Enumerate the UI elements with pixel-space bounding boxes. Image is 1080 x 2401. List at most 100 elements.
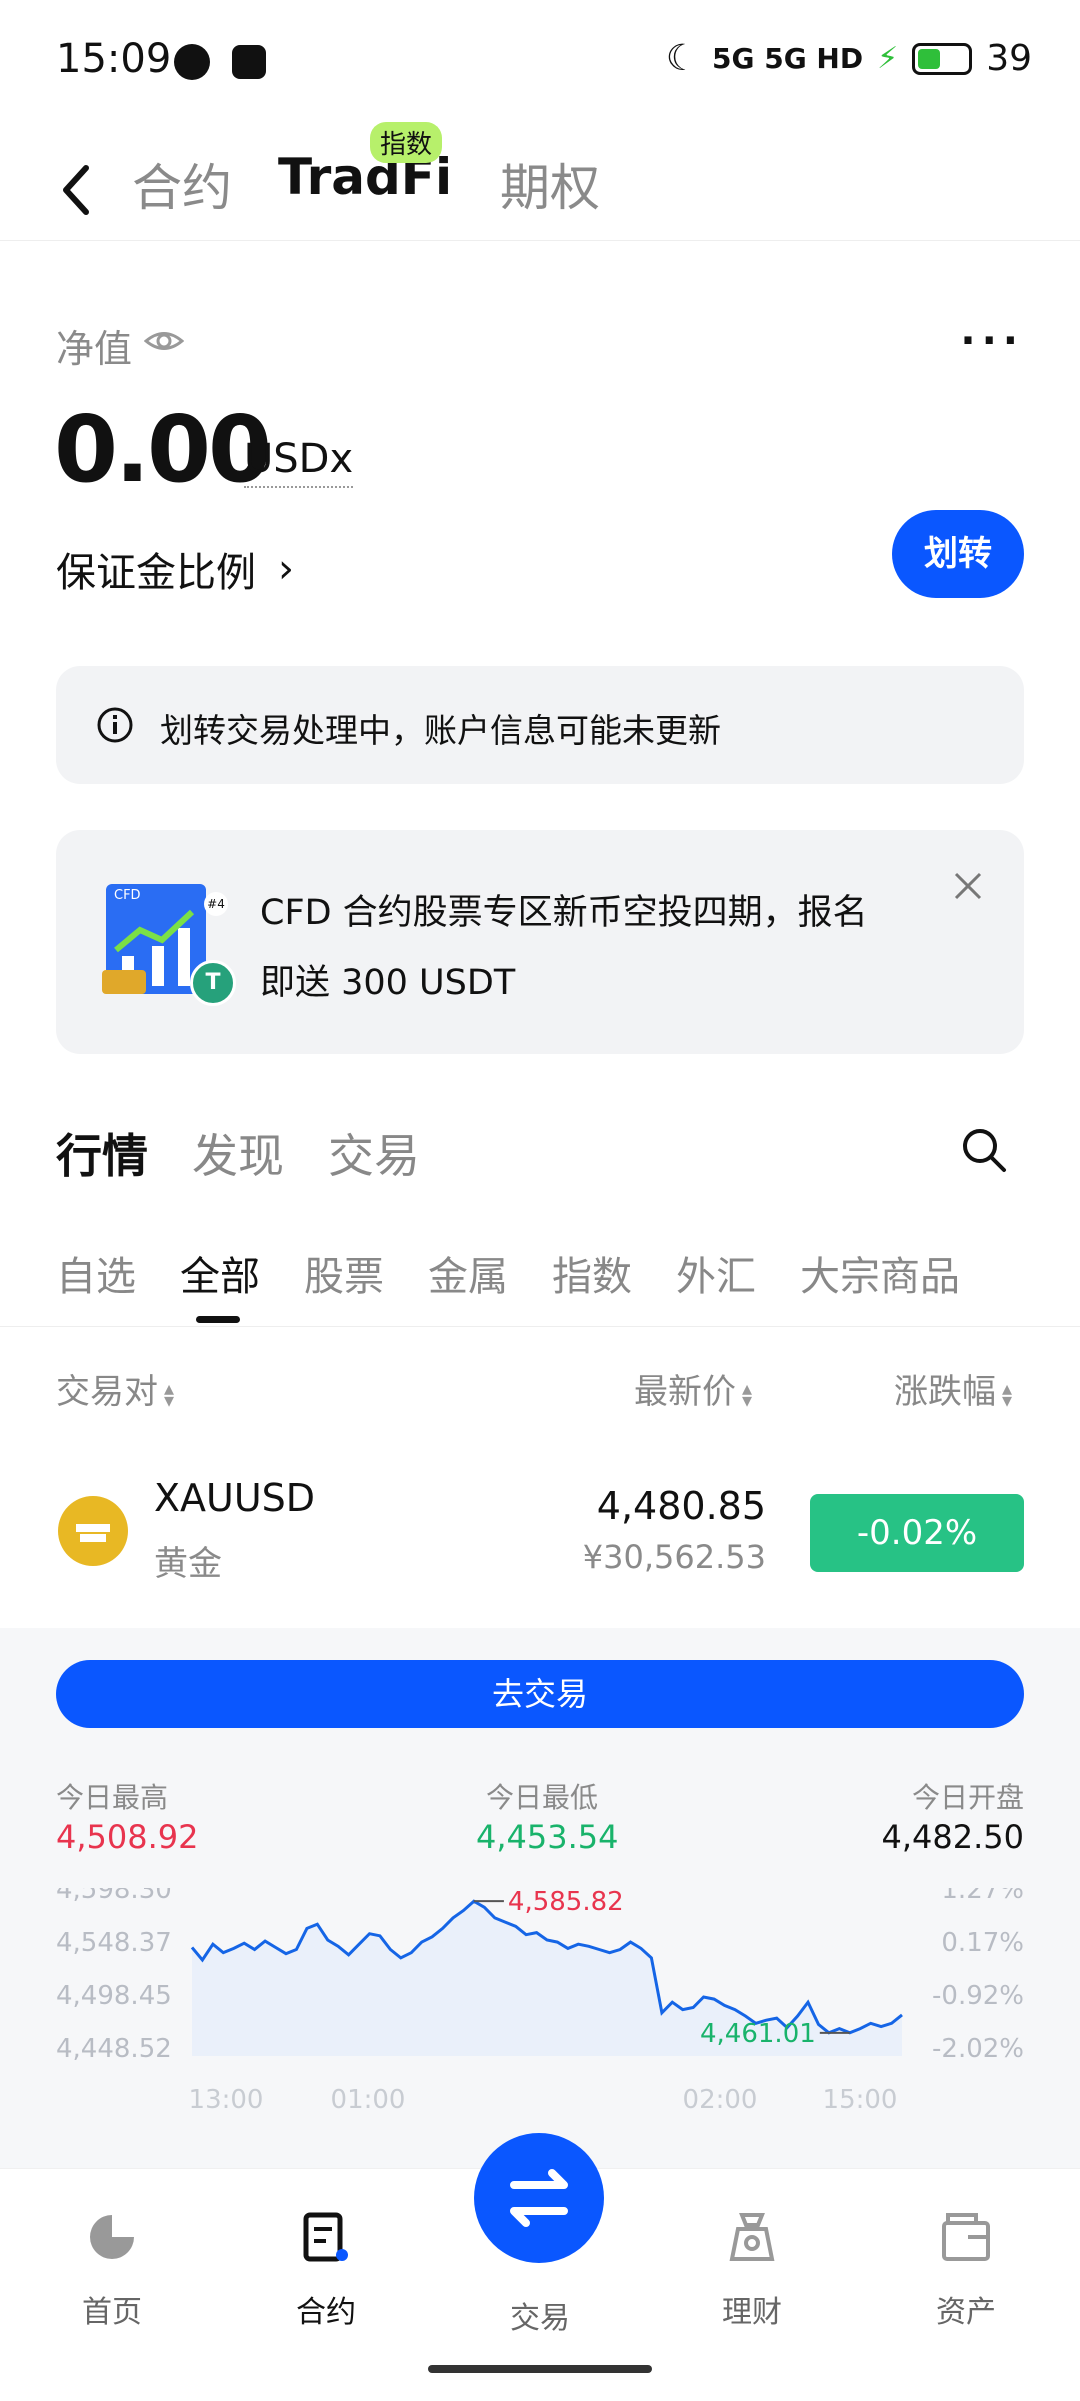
y-axis-left-tick: 4,448.52	[56, 2034, 172, 2064]
more-icon[interactable]: ···	[960, 318, 1024, 364]
network-indicator: 5G 5G HD	[712, 42, 864, 75]
filter-stocks[interactable]: 股票	[304, 1244, 384, 1302]
day-open-label: 今日开盘	[911, 1781, 1024, 1814]
bottom-navigation: 首页 合约 交易 理财 资产	[0, 2133, 1080, 2401]
tether-icon: T	[190, 960, 236, 1006]
header-pair-label: 交易对	[56, 1372, 158, 1412]
expanded-panel: 去交易 今日最高 4,508.92 今日最低 4,453.54 今日开盘 4,4…	[0, 1628, 1080, 2168]
tab-options[interactable]: 期权	[500, 148, 600, 220]
promo-line-1: CFD 合约股票专区新币空投四期，报名	[260, 893, 868, 933]
tab-trade[interactable]: 交易	[328, 1120, 420, 1186]
tab-badge: 指数	[370, 122, 443, 163]
nav-home-label: 首页	[82, 2295, 142, 2330]
asset-symbol: XAUUSD	[154, 1476, 316, 1520]
y-axis-left-tick: 4,598.30	[56, 1888, 172, 1905]
nav-trade[interactable]	[474, 2133, 604, 2263]
promo-banner[interactable]: CFD T #4 CFD 合约股票专区新币空投四期，报名 即送 300 USDT	[56, 830, 1024, 1054]
price-chart: 4,598.30 4,548.37 4,498.45 4,448.52 1.27% 0.1…	[56, 1888, 1024, 2115]
contract-icon	[303, 2212, 348, 2262]
low-annotation: 4,461.01	[700, 2019, 816, 2049]
y-axis-left-tick: 4,498.45	[56, 1981, 172, 2011]
promo-number-badge: #4	[204, 892, 228, 916]
header-change-label: 涨跌幅	[894, 1372, 996, 1412]
go-trade-button[interactable]: 去交易	[56, 1660, 1024, 1728]
nav-home[interactable]: 首页	[42, 2209, 182, 2331]
margin-ratio-label: 保证金比例	[56, 550, 256, 596]
sort-price[interactable]: 最新价 ▴ ▾	[634, 1364, 752, 1413]
day-high-value: 4,508.92	[56, 1818, 199, 1856]
close-icon[interactable]	[952, 870, 984, 902]
wallet-icon	[942, 2213, 990, 2261]
change-badge: -0.02%	[810, 1494, 1024, 1572]
notification-icon	[174, 44, 210, 80]
active-tab-indicator	[196, 1316, 240, 1323]
asset-name: 黄金	[154, 1544, 222, 1584]
filter-watchlist[interactable]: 自选	[56, 1244, 136, 1302]
promo-line-2: 即送 300 USDT	[260, 963, 516, 1003]
nav-finance[interactable]: 理财	[682, 2209, 822, 2331]
high-annotation: 4,585.82	[508, 1888, 624, 1917]
back-icon[interactable]	[58, 160, 94, 220]
header-price-label: 最新价	[634, 1372, 736, 1412]
divider	[0, 1326, 1080, 1327]
info-icon	[97, 707, 133, 743]
battery-level: 39	[986, 38, 1032, 79]
tab-market[interactable]: 行情	[56, 1120, 148, 1186]
sort-icon: ▴ ▾	[1002, 1375, 1013, 1412]
day-low-value: 4,453.54	[476, 1818, 619, 1856]
app-notification-icon	[232, 45, 266, 79]
y-axis-right-tick: -0.92%	[932, 1981, 1024, 2011]
swap-icon	[510, 2169, 568, 2227]
sort-icon: ▴ ▾	[742, 1375, 753, 1412]
chevron-right-icon: ›	[278, 546, 294, 592]
tab-discover[interactable]: 发现	[192, 1120, 284, 1186]
y-axis-right-tick: 0.17%	[941, 1928, 1024, 1958]
gold-icon	[58, 1496, 128, 1566]
search-icon[interactable]	[960, 1126, 1008, 1174]
sort-pair[interactable]: 交易对 ▴ ▾	[56, 1364, 174, 1413]
transfer-button[interactable]: 划转	[892, 510, 1024, 598]
nav-assets[interactable]: 资产	[896, 2209, 1036, 2331]
x-axis-tick: 15:00	[823, 2085, 898, 2115]
y-axis-right-tick: 1.27%	[941, 1888, 1024, 1905]
status-right: ☾ 5G 5G HD ⚡ 39	[666, 38, 1032, 79]
eye-icon[interactable]	[144, 324, 184, 358]
x-axis-tick: 02:00	[683, 2085, 758, 2115]
x-axis-tick: 01:00	[331, 2085, 406, 2115]
nav-contracts[interactable]: 合约	[256, 2209, 396, 2331]
filter-tabs: 自选 全部 股票 金属 指数 外汇 大宗商品	[56, 1244, 1056, 1324]
margin-ratio-link[interactable]: 保证金比例 ›	[56, 540, 294, 598]
asset-price: 4,480.85	[596, 1484, 766, 1528]
filter-metals[interactable]: 金属	[428, 1244, 508, 1302]
finance-icon	[729, 2213, 775, 2261]
charging-icon: ⚡	[877, 41, 899, 76]
filter-all[interactable]: 全部	[180, 1244, 260, 1302]
y-axis-left-tick: 4,548.37	[56, 1928, 172, 1958]
status-bar: 15:09 ☾ 5G 5G HD ⚡ 39	[0, 0, 1080, 120]
nav-contracts-label: 合约	[296, 2295, 356, 2330]
x-axis-tick: 13:00	[189, 2085, 264, 2115]
y-axis-right-tick: -2.02%	[932, 2034, 1024, 2064]
home-indicator	[428, 2365, 652, 2373]
balance-value: 0.00	[54, 396, 272, 503]
notice-banner: 划转交易处理中，账户信息可能未更新	[56, 666, 1024, 784]
home-icon	[90, 2215, 134, 2259]
tab-contracts[interactable]: 合约	[132, 148, 232, 220]
filter-commodities[interactable]: 大宗商品	[800, 1244, 960, 1302]
nav-trade-label: 交易	[510, 2301, 570, 2336]
section-tabs: 行情 发现 交易	[56, 1120, 1036, 1190]
balance-currency[interactable]: USDx	[244, 436, 354, 488]
filter-forex[interactable]: 外汇	[676, 1244, 756, 1302]
nav-finance-label: 理财	[722, 2295, 782, 2330]
sort-change[interactable]: 涨跌幅 ▴ ▾	[894, 1364, 1012, 1413]
asset-price-cny: ¥30,562.53	[582, 1538, 766, 1576]
nav-assets-label: 资产	[936, 2295, 996, 2330]
filter-indices[interactable]: 指数	[552, 1244, 632, 1302]
day-high-label: 今日最高	[56, 1781, 169, 1814]
gold-bars-icon	[102, 970, 146, 994]
battery-icon	[912, 42, 973, 75]
status-time: 15:09	[56, 36, 172, 82]
table-row[interactable]: XAUUSD 黄金 4,480.85 ¥30,562.53 -0.02%	[0, 1440, 1080, 1620]
day-low-label: 今日最低	[486, 1781, 599, 1814]
notice-text: 划转交易处理中，账户信息可能未更新	[160, 711, 721, 750]
